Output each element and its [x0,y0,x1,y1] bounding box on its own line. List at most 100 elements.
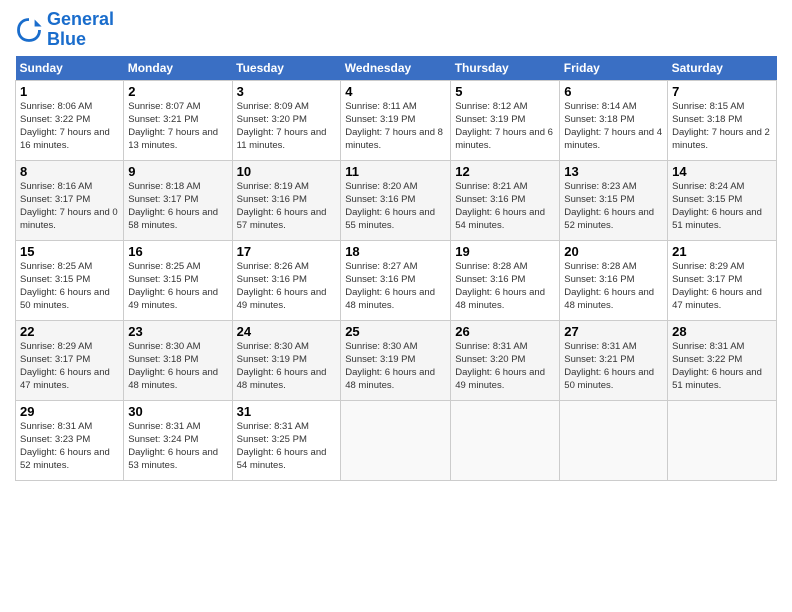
day-info: Sunrise: 8:25 AMSunset: 3:15 PMDaylight:… [128,261,218,312]
header: General Blue [15,10,777,50]
day-info: Sunrise: 8:20 AMSunset: 3:16 PMDaylight:… [345,181,435,232]
day-number: 31 [237,404,337,419]
calendar-table: SundayMondayTuesdayWednesdayThursdayFrid… [15,56,777,481]
day-number: 18 [345,244,446,259]
day-info: Sunrise: 8:31 AMSunset: 3:21 PMDaylight:… [564,341,654,392]
calendar-cell: 15 Sunrise: 8:25 AMSunset: 3:15 PMDaylig… [16,240,124,320]
calendar-cell [341,400,451,480]
day-number: 10 [237,164,337,179]
calendar-cell [451,400,560,480]
day-info: Sunrise: 8:15 AMSunset: 3:18 PMDaylight:… [672,101,770,152]
calendar-cell: 5 Sunrise: 8:12 AMSunset: 3:19 PMDayligh… [451,80,560,160]
logo: General Blue [15,10,114,50]
day-info: Sunrise: 8:28 AMSunset: 3:16 PMDaylight:… [564,261,654,312]
calendar-cell: 3 Sunrise: 8:09 AMSunset: 3:20 PMDayligh… [232,80,341,160]
day-info: Sunrise: 8:30 AMSunset: 3:19 PMDaylight:… [237,341,327,392]
calendar-cell: 22 Sunrise: 8:29 AMSunset: 3:17 PMDaylig… [16,320,124,400]
day-info: Sunrise: 8:24 AMSunset: 3:15 PMDaylight:… [672,181,762,232]
day-number: 5 [455,84,555,99]
day-info: Sunrise: 8:29 AMSunset: 3:17 PMDaylight:… [20,341,110,392]
day-info: Sunrise: 8:28 AMSunset: 3:16 PMDaylight:… [455,261,545,312]
calendar-cell: 13 Sunrise: 8:23 AMSunset: 3:15 PMDaylig… [560,160,668,240]
day-number: 27 [564,324,663,339]
day-number: 6 [564,84,663,99]
page-container: General Blue SundayMondayTuesdayWednesda… [0,0,792,491]
day-info: Sunrise: 8:31 AMSunset: 3:24 PMDaylight:… [128,421,218,472]
day-info: Sunrise: 8:14 AMSunset: 3:18 PMDaylight:… [564,101,662,152]
day-number: 4 [345,84,446,99]
day-info: Sunrise: 8:16 AMSunset: 3:17 PMDaylight:… [20,181,118,232]
calendar-cell: 11 Sunrise: 8:20 AMSunset: 3:16 PMDaylig… [341,160,451,240]
day-info: Sunrise: 8:21 AMSunset: 3:16 PMDaylight:… [455,181,545,232]
day-number: 28 [672,324,772,339]
column-header-thursday: Thursday [451,56,560,81]
day-info: Sunrise: 8:23 AMSunset: 3:15 PMDaylight:… [564,181,654,232]
day-info: Sunrise: 8:27 AMSunset: 3:16 PMDaylight:… [345,261,435,312]
day-number: 13 [564,164,663,179]
calendar-cell: 25 Sunrise: 8:30 AMSunset: 3:19 PMDaylig… [341,320,451,400]
column-header-friday: Friday [560,56,668,81]
day-info: Sunrise: 8:30 AMSunset: 3:18 PMDaylight:… [128,341,218,392]
day-number: 11 [345,164,446,179]
day-info: Sunrise: 8:26 AMSunset: 3:16 PMDaylight:… [237,261,327,312]
day-number: 21 [672,244,772,259]
day-info: Sunrise: 8:12 AMSunset: 3:19 PMDaylight:… [455,101,553,152]
day-number: 9 [128,164,227,179]
calendar-cell: 19 Sunrise: 8:28 AMSunset: 3:16 PMDaylig… [451,240,560,320]
calendar-cell: 27 Sunrise: 8:31 AMSunset: 3:21 PMDaylig… [560,320,668,400]
calendar-week-row: 15 Sunrise: 8:25 AMSunset: 3:15 PMDaylig… [16,240,777,320]
day-info: Sunrise: 8:11 AMSunset: 3:19 PMDaylight:… [345,101,443,152]
calendar-cell: 26 Sunrise: 8:31 AMSunset: 3:20 PMDaylig… [451,320,560,400]
day-number: 19 [455,244,555,259]
day-info: Sunrise: 8:31 AMSunset: 3:23 PMDaylight:… [20,421,110,472]
column-header-monday: Monday [124,56,232,81]
day-info: Sunrise: 8:06 AMSunset: 3:22 PMDaylight:… [20,101,110,152]
logo-icon [15,16,43,44]
day-info: Sunrise: 8:19 AMSunset: 3:16 PMDaylight:… [237,181,327,232]
calendar-week-row: 1 Sunrise: 8:06 AMSunset: 3:22 PMDayligh… [16,80,777,160]
calendar-cell: 7 Sunrise: 8:15 AMSunset: 3:18 PMDayligh… [668,80,777,160]
day-number: 16 [128,244,227,259]
day-info: Sunrise: 8:07 AMSunset: 3:21 PMDaylight:… [128,101,218,152]
calendar-cell: 14 Sunrise: 8:24 AMSunset: 3:15 PMDaylig… [668,160,777,240]
calendar-cell: 8 Sunrise: 8:16 AMSunset: 3:17 PMDayligh… [16,160,124,240]
day-number: 15 [20,244,119,259]
day-number: 17 [237,244,337,259]
calendar-cell: 17 Sunrise: 8:26 AMSunset: 3:16 PMDaylig… [232,240,341,320]
calendar-cell: 1 Sunrise: 8:06 AMSunset: 3:22 PMDayligh… [16,80,124,160]
day-info: Sunrise: 8:29 AMSunset: 3:17 PMDaylight:… [672,261,762,312]
calendar-cell: 23 Sunrise: 8:30 AMSunset: 3:18 PMDaylig… [124,320,232,400]
calendar-cell [560,400,668,480]
day-number: 3 [237,84,337,99]
calendar-cell: 21 Sunrise: 8:29 AMSunset: 3:17 PMDaylig… [668,240,777,320]
calendar-cell: 28 Sunrise: 8:31 AMSunset: 3:22 PMDaylig… [668,320,777,400]
day-number: 2 [128,84,227,99]
calendar-cell: 6 Sunrise: 8:14 AMSunset: 3:18 PMDayligh… [560,80,668,160]
day-info: Sunrise: 8:09 AMSunset: 3:20 PMDaylight:… [237,101,327,152]
day-number: 7 [672,84,772,99]
day-number: 22 [20,324,119,339]
calendar-cell: 9 Sunrise: 8:18 AMSunset: 3:17 PMDayligh… [124,160,232,240]
day-info: Sunrise: 8:25 AMSunset: 3:15 PMDaylight:… [20,261,110,312]
day-number: 26 [455,324,555,339]
day-number: 1 [20,84,119,99]
day-number: 12 [455,164,555,179]
calendar-cell: 4 Sunrise: 8:11 AMSunset: 3:19 PMDayligh… [341,80,451,160]
calendar-cell: 30 Sunrise: 8:31 AMSunset: 3:24 PMDaylig… [124,400,232,480]
calendar-cell: 18 Sunrise: 8:27 AMSunset: 3:16 PMDaylig… [341,240,451,320]
column-header-sunday: Sunday [16,56,124,81]
day-info: Sunrise: 8:31 AMSunset: 3:25 PMDaylight:… [237,421,327,472]
calendar-cell: 24 Sunrise: 8:30 AMSunset: 3:19 PMDaylig… [232,320,341,400]
calendar-cell: 12 Sunrise: 8:21 AMSunset: 3:16 PMDaylig… [451,160,560,240]
day-info: Sunrise: 8:30 AMSunset: 3:19 PMDaylight:… [345,341,435,392]
day-number: 23 [128,324,227,339]
day-number: 24 [237,324,337,339]
day-info: Sunrise: 8:18 AMSunset: 3:17 PMDaylight:… [128,181,218,232]
day-number: 30 [128,404,227,419]
column-header-tuesday: Tuesday [232,56,341,81]
day-number: 29 [20,404,119,419]
calendar-header-row: SundayMondayTuesdayWednesdayThursdayFrid… [16,56,777,81]
day-info: Sunrise: 8:31 AMSunset: 3:20 PMDaylight:… [455,341,545,392]
calendar-cell: 10 Sunrise: 8:19 AMSunset: 3:16 PMDaylig… [232,160,341,240]
day-info: Sunrise: 8:31 AMSunset: 3:22 PMDaylight:… [672,341,762,392]
